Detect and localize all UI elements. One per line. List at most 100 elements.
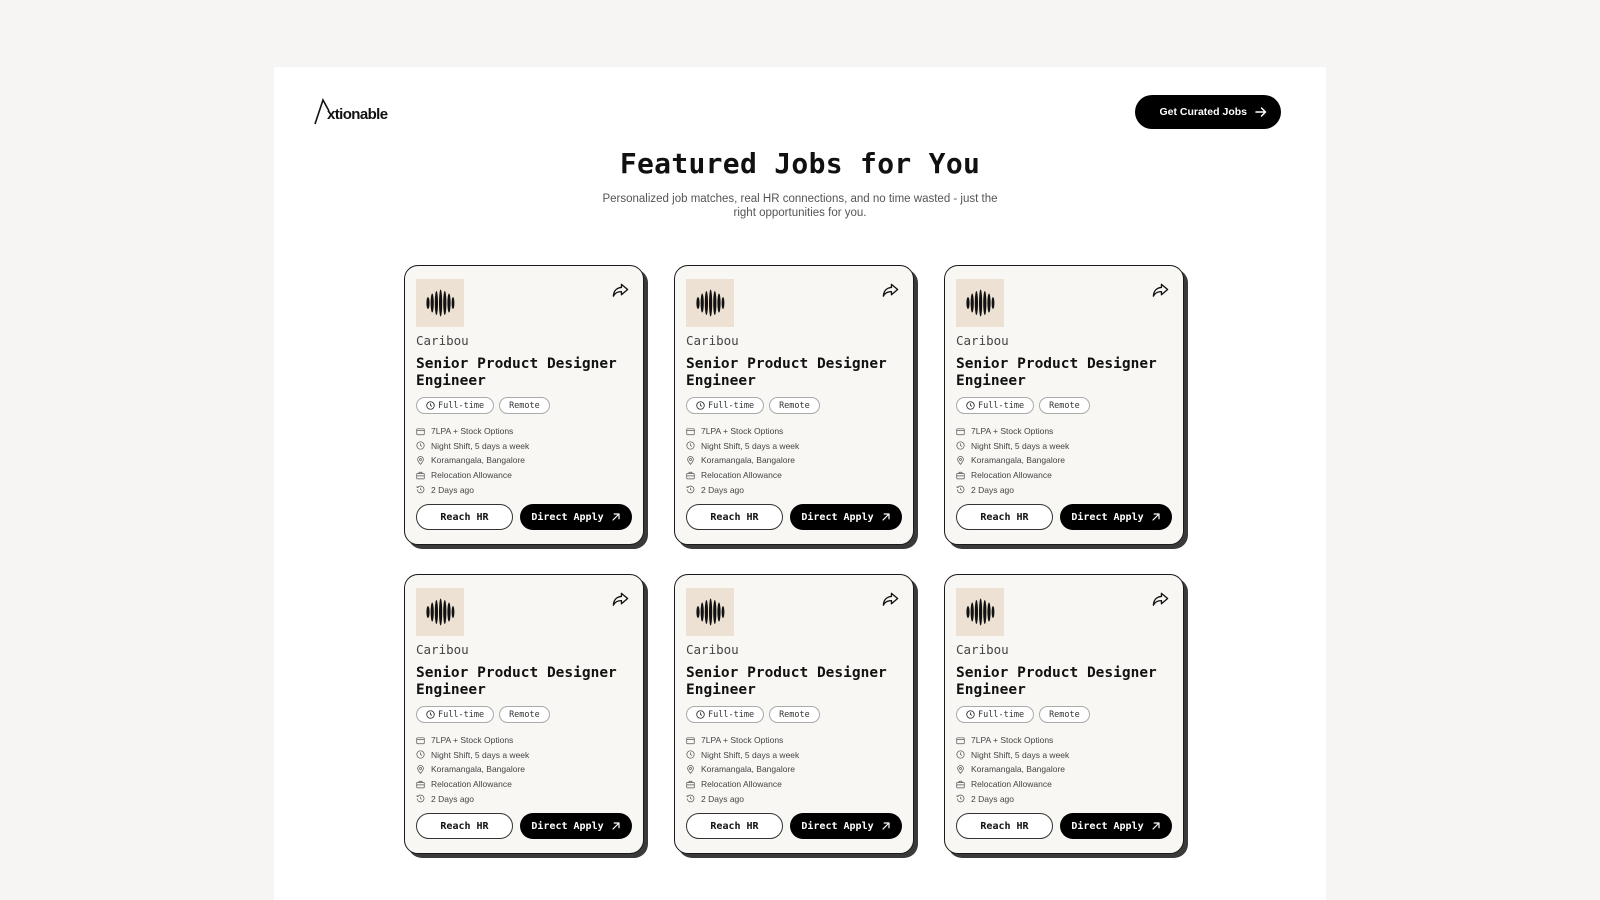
wallet-icon: [416, 428, 425, 435]
tag-label: Full-time: [438, 709, 485, 720]
job-card[interactable]: Caribou Senior Product Designer Engineer…: [404, 265, 644, 545]
arrow-up-right-icon: [612, 513, 620, 521]
tag-label: Full-time: [978, 709, 1025, 720]
direct-apply-button[interactable]: Direct Apply: [790, 813, 902, 839]
location-text: Koramangala, Bangalore: [971, 455, 1066, 466]
tag-work-mode: Remote: [1039, 397, 1090, 414]
company-name: Caribou: [416, 333, 469, 348]
perk-row: Relocation Allowance: [416, 777, 631, 792]
shift-row: Night Shift, 5 days a week: [686, 748, 901, 763]
tag-label: Full-time: [978, 400, 1025, 411]
brand-logo[interactable]: xtionable: [314, 97, 388, 125]
perk-row: Relocation Allowance: [686, 468, 901, 483]
job-card[interactable]: Caribou Senior Product Designer Engineer…: [674, 265, 914, 545]
perk-text: Relocation Allowance: [431, 470, 512, 481]
posted-row: 2 Days ago: [686, 482, 901, 497]
location-pin-icon: [687, 765, 694, 774]
location-row: Koramangala, Bangalore: [956, 453, 1171, 468]
salary-text: 7LPA + Stock Options: [701, 735, 784, 746]
direct-apply-button[interactable]: Direct Apply: [520, 813, 632, 839]
direct-apply-button[interactable]: Direct Apply: [1060, 813, 1172, 839]
get-curated-jobs-button[interactable]: Get Curated Jobs: [1135, 95, 1281, 129]
clock-icon: [966, 401, 975, 410]
location-pin-icon: [687, 456, 694, 465]
job-card[interactable]: Caribou Senior Product Designer Engineer…: [944, 265, 1184, 545]
job-card[interactable]: Caribou Senior Product Designer Engineer…: [944, 574, 1184, 854]
direct-apply-label: Direct Apply: [1071, 820, 1144, 832]
shift-row: Night Shift, 5 days a week: [686, 439, 901, 454]
salary-text: 7LPA + Stock Options: [701, 426, 784, 437]
direct-apply-button[interactable]: Direct Apply: [520, 504, 632, 530]
reach-hr-button[interactable]: Reach HR: [416, 504, 513, 530]
direct-apply-label: Direct Apply: [801, 820, 874, 832]
history-icon: [416, 485, 425, 494]
job-card[interactable]: Caribou Senior Product Designer Engineer…: [674, 574, 914, 854]
location-row: Koramangala, Bangalore: [686, 453, 901, 468]
location-pin-icon: [417, 456, 424, 465]
tag-work-mode: Remote: [499, 397, 550, 414]
location-text: Koramangala, Bangalore: [431, 764, 526, 775]
clock-icon: [686, 441, 695, 450]
share-icon[interactable]: [611, 590, 630, 609]
direct-apply-button[interactable]: Direct Apply: [790, 504, 902, 530]
posted-text: 2 Days ago: [701, 793, 744, 804]
perk-text: Relocation Allowance: [431, 779, 512, 790]
clock-icon: [696, 710, 705, 719]
reach-hr-button[interactable]: Reach HR: [956, 504, 1053, 530]
arrow-up-right-icon: [1152, 822, 1160, 830]
wallet-icon: [686, 737, 695, 744]
company-logo: [686, 588, 734, 636]
perk-row: Relocation Allowance: [956, 468, 1171, 483]
location-row: Koramangala, Bangalore: [686, 762, 901, 777]
shift-row: Night Shift, 5 days a week: [956, 748, 1171, 763]
location-row: Koramangala, Bangalore: [416, 762, 631, 777]
share-icon[interactable]: [1151, 590, 1170, 609]
share-icon[interactable]: [881, 590, 900, 609]
reach-hr-label: Reach HR: [980, 820, 1029, 832]
perk-text: Relocation Allowance: [971, 779, 1052, 790]
shift-text: Night Shift, 5 days a week: [431, 440, 530, 451]
history-icon: [686, 485, 695, 494]
salary-row: 7LPA + Stock Options: [686, 733, 901, 748]
share-icon[interactable]: [881, 281, 900, 300]
reach-hr-button[interactable]: Reach HR: [416, 813, 513, 839]
tag-work-mode: Remote: [769, 397, 820, 414]
company-logo: [956, 588, 1004, 636]
tag-employment-type: Full-time: [686, 397, 765, 414]
reach-hr-button[interactable]: Reach HR: [686, 504, 783, 530]
salary-text: 7LPA + Stock Options: [431, 735, 514, 746]
shift-text: Night Shift, 5 days a week: [431, 749, 530, 760]
company-logo: [956, 279, 1004, 327]
reach-hr-button[interactable]: Reach HR: [956, 813, 1053, 839]
tag-employment-type: Full-time: [416, 397, 495, 414]
tag-label: Remote: [509, 400, 540, 411]
history-icon: [686, 794, 695, 803]
share-icon[interactable]: [611, 281, 630, 300]
location-text: Koramangala, Bangalore: [701, 455, 796, 466]
salary-text: 7LPA + Stock Options: [431, 426, 514, 437]
salary-text: 7LPA + Stock Options: [971, 426, 1054, 437]
get-curated-jobs-label: Get Curated Jobs: [1159, 106, 1247, 118]
briefcase-icon: [416, 780, 425, 788]
posted-text: 2 Days ago: [431, 484, 474, 495]
reach-hr-label: Reach HR: [710, 820, 759, 832]
company-logo-icon: [426, 289, 455, 317]
job-title: Senior Product Designer Engineer: [956, 665, 1157, 698]
shift-row: Night Shift, 5 days a week: [956, 439, 1171, 454]
share-icon[interactable]: [1151, 281, 1170, 300]
direct-apply-label: Direct Apply: [801, 511, 874, 523]
tag-label: Remote: [779, 400, 810, 411]
clock-icon: [956, 750, 965, 759]
clock-icon: [686, 750, 695, 759]
job-card[interactable]: Caribou Senior Product Designer Engineer…: [404, 574, 644, 854]
briefcase-icon: [686, 780, 695, 788]
salary-row: 7LPA + Stock Options: [416, 424, 631, 439]
tag-employment-type: Full-time: [416, 706, 495, 723]
tag-employment-type: Full-time: [956, 706, 1035, 723]
perk-text: Relocation Allowance: [971, 470, 1052, 481]
clock-icon: [426, 710, 435, 719]
reach-hr-button[interactable]: Reach HR: [686, 813, 783, 839]
salary-row: 7LPA + Stock Options: [686, 424, 901, 439]
tag-work-mode: Remote: [769, 706, 820, 723]
direct-apply-button[interactable]: Direct Apply: [1060, 504, 1172, 530]
